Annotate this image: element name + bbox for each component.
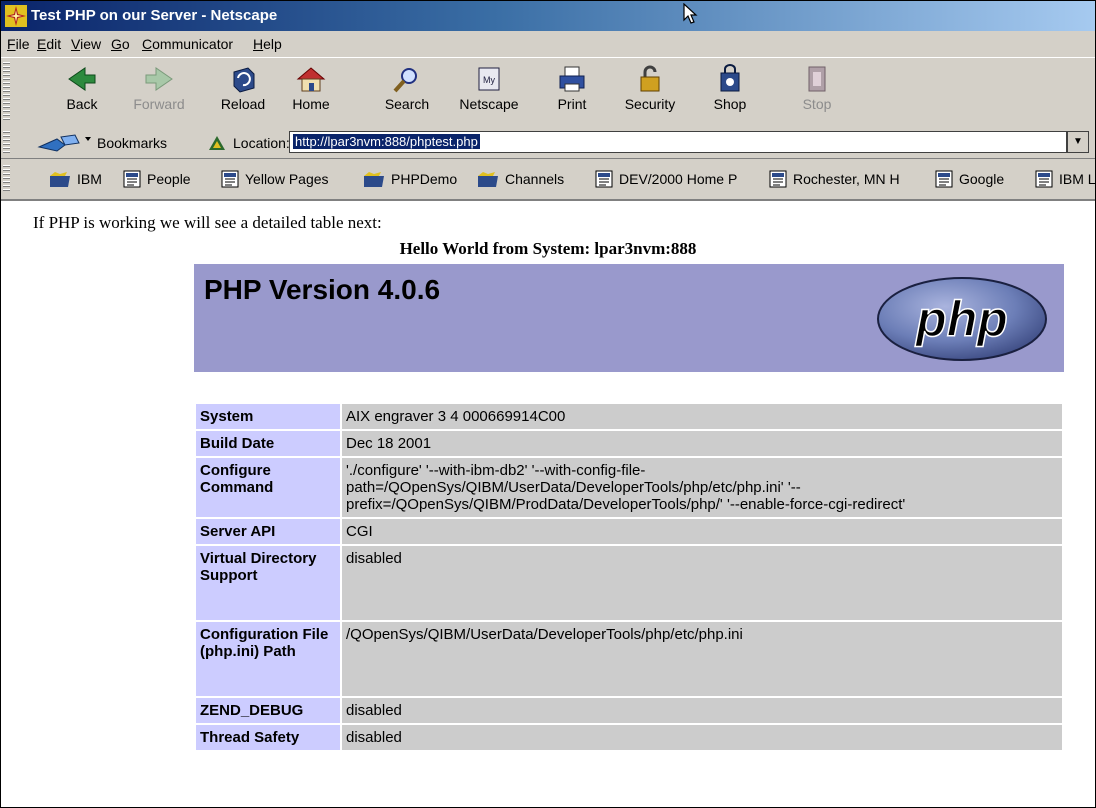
toolbar-grip[interactable] [3, 62, 10, 122]
print-button[interactable]: Print [549, 60, 595, 124]
bookmark-google[interactable]: Google [935, 170, 1004, 188]
folder-icon [364, 172, 384, 187]
info-key: Server API [196, 519, 340, 544]
security-button[interactable]: Security [613, 60, 687, 124]
stop-button[interactable]: Stop [795, 60, 839, 124]
bookmark-ibm-l[interactable]: IBM L [1035, 170, 1095, 188]
folder-icon [50, 172, 70, 187]
forward-button[interactable]: Forward [125, 60, 193, 124]
reload-button[interactable]: Reload [213, 60, 273, 124]
url-dropdown-button[interactable]: ▼ [1067, 131, 1089, 153]
table-row: ZEND_DEBUG disabled [196, 698, 1062, 723]
search-icon [393, 68, 417, 93]
table-row: System AIX engraver 3 4 000669914C00 [196, 404, 1062, 429]
url-text[interactable]: http://lpar3nvm:888/phptest.php [293, 134, 480, 149]
info-key: Thread Safety [196, 725, 340, 750]
info-key: Virtual Directory Support [196, 546, 340, 620]
info-value: Dec 18 2001 [342, 431, 1062, 456]
info-value: disabled [342, 546, 1062, 620]
location-page-icon[interactable] [207, 134, 227, 152]
personal-toolbar-grip[interactable] [3, 165, 10, 193]
php-version-title: PHP Version 4.0.6 [204, 274, 441, 305]
bookmark-page-icon [935, 170, 953, 188]
info-key: Configuration File (php.ini) Path [196, 622, 340, 696]
bookmark-page-icon [769, 170, 787, 188]
title-bar[interactable]: Test PHP on our Server - Netscape [1, 1, 1095, 31]
info-key: System [196, 404, 340, 429]
info-key: Configure Command [196, 458, 340, 517]
table-row: Configuration File (php.ini) Path/QOpenS… [196, 622, 1062, 696]
folder-icon [478, 172, 498, 187]
shopping-bag-icon [720, 64, 740, 92]
url-input[interactable]: http://lpar3nvm:888/phptest.php [289, 131, 1067, 153]
table-row: Server API CGI [196, 519, 1062, 544]
info-value: disabled [342, 698, 1062, 723]
bookmark-page-icon [595, 170, 613, 188]
php-version-header: PHP Version 4.0.6 php [194, 264, 1064, 372]
php-info-table: System AIX engraver 3 4 000669914C00 Build… [194, 402, 1064, 752]
menu-go[interactable]: Go [111, 36, 130, 52]
page-content: If PHP is working we will see a detailed… [1, 201, 1095, 807]
padlock-icon [640, 65, 660, 92]
info-value: /QOpenSys/QIBM/UserData/DeveloperTools/p… [342, 622, 1062, 696]
bookmark-channels[interactable]: Channels [477, 170, 564, 188]
menu-edit[interactable]: Edit [37, 36, 61, 52]
back-button[interactable]: Back [53, 60, 111, 124]
menu-bar: File Edit View Go Communicator Help [1, 31, 1095, 57]
table-row: Configure Command './configure' '--with-… [196, 458, 1062, 517]
info-key: Build Date [196, 431, 340, 456]
bookmark-yellow-pages[interactable]: Yellow Pages [221, 170, 329, 188]
bookmark-dev2000[interactable]: DEV/2000 Home P [595, 170, 737, 188]
bookmark-page-icon [221, 170, 239, 188]
bookmarks-menu[interactable]: Bookmarks [97, 135, 167, 151]
reload-icon [233, 67, 255, 93]
table-row: Thread Safety disabled [196, 725, 1062, 750]
window-title: Test PHP on our Server - Netscape [31, 7, 278, 24]
info-value: disabled [342, 725, 1062, 750]
personal-toolbar: IBM People Yellow Pages PHPDemo Channels… [1, 159, 1095, 201]
svg-text:My: My [483, 75, 495, 85]
home-button[interactable]: Home [285, 60, 337, 124]
bookmark-page-icon [123, 170, 141, 188]
menu-help[interactable]: Help [253, 36, 282, 52]
php-logo-text: php [914, 291, 1008, 347]
browser-window: Test PHP on our Server - Netscape File E… [0, 0, 1096, 808]
bookmark-people[interactable]: People [123, 170, 191, 188]
intro-text: If PHP is working we will see a detailed… [33, 213, 382, 232]
printer-icon [559, 66, 585, 92]
table-row: Virtual Directory Support disabled [196, 546, 1062, 620]
table-row: Build Date Dec 18 2001 [196, 431, 1062, 456]
info-value: './configure' '--with-ibm-db2' '--with-c… [342, 458, 1062, 517]
stop-icon [808, 66, 826, 92]
forward-arrow-icon [145, 67, 173, 91]
search-button[interactable]: Search [375, 60, 439, 124]
navigation-toolbar: Back Forward Reload Home Search My Netsc… [1, 57, 1095, 129]
netscape-logo-icon [5, 5, 27, 27]
info-value: AIX engraver 3 4 000669914C00 [342, 404, 1062, 429]
bookmark-page-icon [1035, 170, 1053, 188]
php-logo-icon[interactable]: php [876, 276, 1048, 362]
shop-button[interactable]: Shop [707, 60, 753, 124]
mouse-cursor-icon [683, 3, 698, 24]
bookmarks-icon[interactable] [35, 133, 93, 153]
info-value: CGI [342, 519, 1062, 544]
location-label: Location: [233, 135, 290, 151]
location-grip[interactable] [3, 131, 10, 155]
back-arrow-icon [68, 67, 96, 91]
bookmark-rochester[interactable]: Rochester, MN H [769, 170, 900, 188]
netscape-button[interactable]: My Netscape [451, 60, 527, 124]
bookmark-ibm[interactable]: IBM [49, 170, 102, 188]
info-key: ZEND_DEBUG [196, 698, 340, 723]
menu-file[interactable]: File [7, 36, 30, 52]
location-toolbar: Bookmarks Location: http://lpar3nvm:888/… [1, 128, 1095, 159]
home-icon [296, 67, 326, 92]
bookmark-phpdemo[interactable]: PHPDemo [363, 170, 457, 188]
menu-view[interactable]: View [71, 36, 101, 52]
hello-heading: Hello World from System: lpar3nvm:888 [399, 239, 697, 258]
my-netscape-icon: My [478, 67, 500, 91]
menu-communicator[interactable]: Communicator [142, 36, 233, 52]
